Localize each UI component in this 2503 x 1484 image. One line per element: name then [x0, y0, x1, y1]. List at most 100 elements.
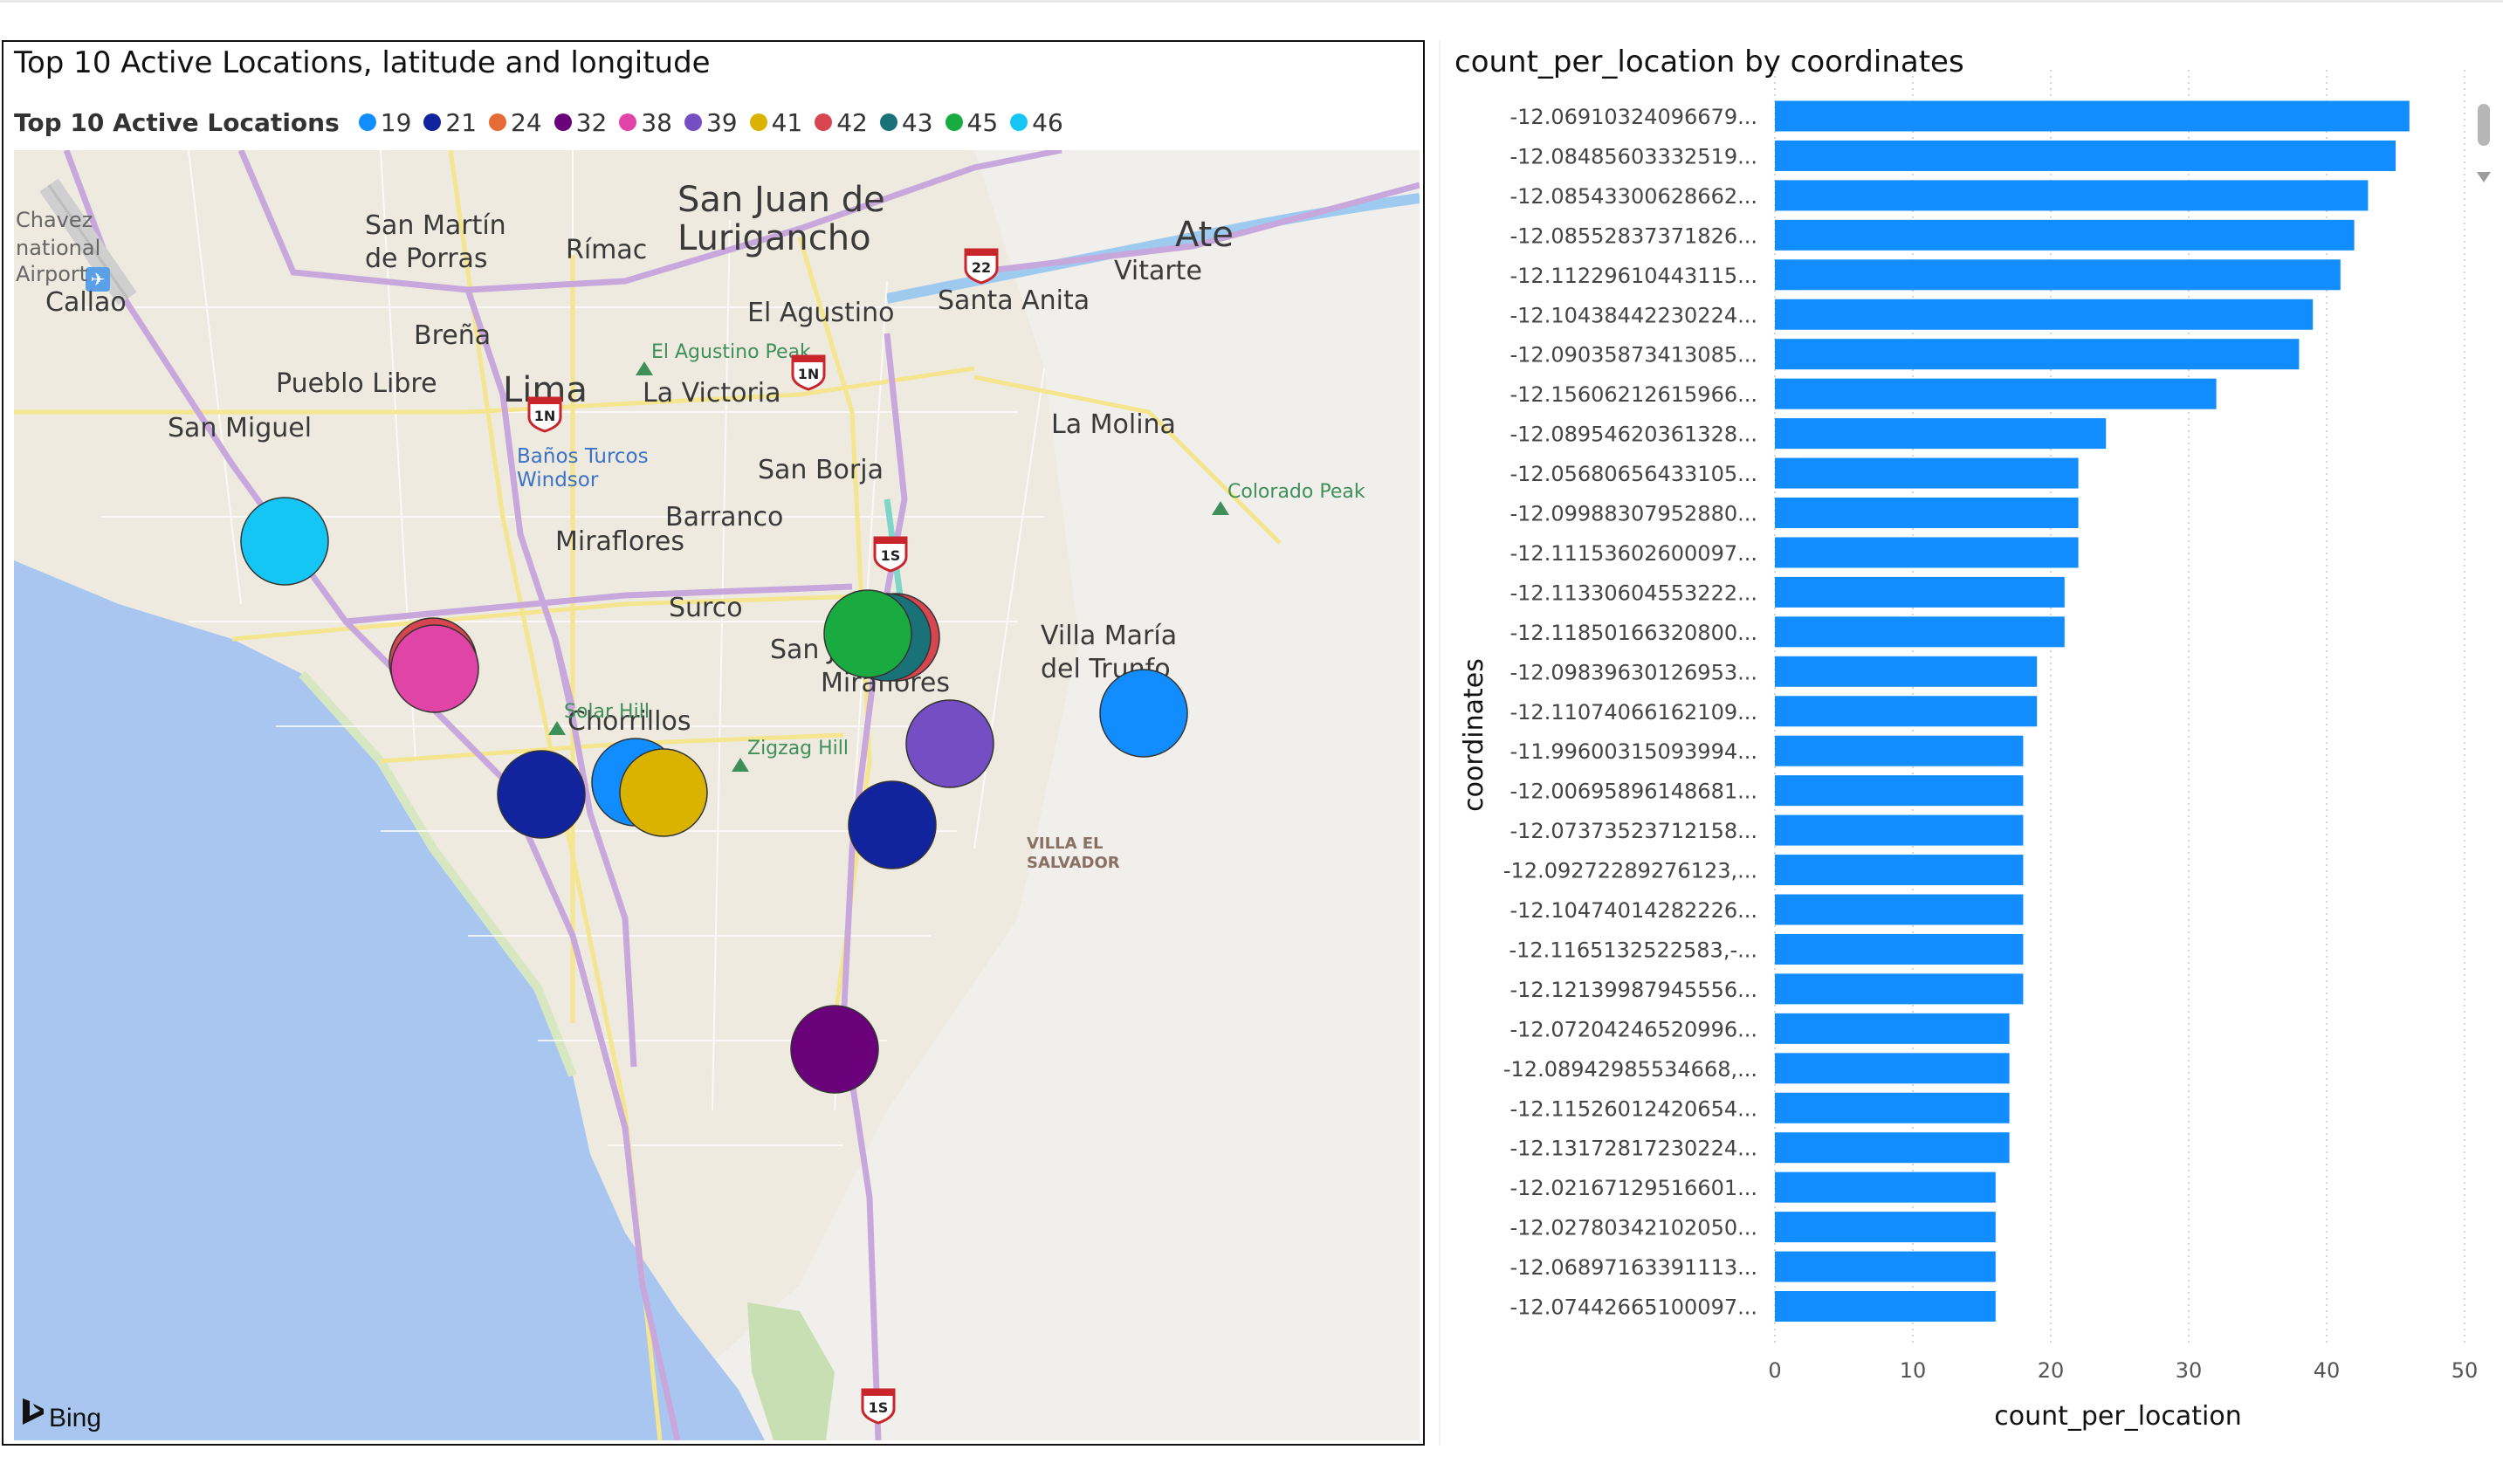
y-axis-title: coordinates [1459, 658, 1489, 812]
bar[interactable] [1775, 537, 2079, 568]
map-marker-45[interactable] [823, 589, 912, 678]
bar[interactable] [1775, 339, 2300, 370]
legend-title: Top 10 Active Locations [14, 107, 340, 137]
bar[interactable] [1775, 576, 2065, 608]
place-label: Vitarte [1114, 256, 1202, 286]
x-tick-label: 50 [2451, 1358, 2479, 1383]
bar[interactable] [1775, 696, 2038, 727]
place-label: San Borja [758, 455, 884, 485]
bar[interactable] [1775, 100, 2410, 132]
place-label: VILLA EL [1027, 835, 1104, 853]
category-label: -12.11526012420654... [1510, 1096, 1758, 1121]
bar[interactable] [1775, 933, 2024, 965]
legend-dot-icon [619, 113, 637, 131]
bar[interactable] [1775, 775, 2024, 807]
legend-item[interactable]: 24 [489, 108, 542, 137]
bar[interactable] [1775, 1251, 1996, 1282]
legend-item[interactable]: 19 [358, 108, 411, 137]
poi-label: Windsor [517, 469, 599, 491]
bar[interactable] [1775, 457, 2079, 489]
peak-label: El Agustino Peak [651, 341, 811, 363]
legend-item[interactable]: 46 [1010, 108, 1063, 137]
map-marker-39[interactable] [905, 699, 994, 788]
map-marker-46[interactable] [240, 497, 329, 586]
bar[interactable] [1775, 1212, 1996, 1243]
map-marker-32[interactable] [790, 1005, 879, 1094]
category-label: -12.08942985534668,... [1503, 1057, 1757, 1082]
map-legend: Top 10 Active Locations 19 21 24 32 38 39 41 42… [14, 106, 1076, 138]
category-label: -12.06897163391113... [1510, 1255, 1758, 1280]
map-marker-21[interactable] [848, 780, 937, 869]
bar[interactable] [1775, 855, 2024, 886]
place-label: La Victoria [643, 378, 781, 409]
legend-dot-icon [815, 113, 833, 131]
road-shield-label: 1S [881, 547, 901, 564]
bar[interactable] [1775, 1092, 2010, 1123]
category-label: -12.09272289276123,... [1503, 859, 1757, 883]
category-label: -12.11074066162109... [1510, 700, 1758, 725]
scrollbar-thumb[interactable] [2478, 104, 2490, 146]
bar[interactable] [1775, 140, 2396, 171]
bar[interactable] [1775, 735, 2024, 766]
bar-chart[interactable]: count_per_location by coordinates coordi… [1439, 35, 2503, 1467]
bar[interactable] [1775, 616, 2065, 648]
legend-dot-icon [1010, 113, 1028, 131]
bar[interactable] [1775, 1132, 2010, 1164]
legend-item[interactable]: 42 [815, 108, 868, 137]
map-marker-19[interactable] [1099, 669, 1188, 758]
bar[interactable] [1775, 1291, 1996, 1322]
category-label: -12.05680656433105... [1510, 462, 1758, 486]
legend-dot-icon [423, 113, 442, 131]
bing-attribution: Bing [49, 1404, 101, 1432]
top-border [0, 0, 2503, 3]
map-canvas[interactable]: ✈ San Juan deLurigancho AteSan Martínde P… [14, 150, 1420, 1440]
map-marker-41[interactable] [619, 748, 708, 837]
bar[interactable] [1775, 180, 2369, 211]
category-label: -12.02167129516601... [1510, 1176, 1758, 1200]
bar[interactable] [1775, 656, 2038, 687]
poi-label: Baños Turcos [517, 445, 649, 468]
chart-scrollbar[interactable] [2476, 100, 2492, 1357]
place-label: Chavez [16, 208, 93, 232]
bar[interactable] [1775, 1053, 2010, 1084]
legend-item[interactable]: 45 [945, 108, 998, 137]
road-shield-icon: 22 [964, 248, 999, 285]
legend-item[interactable]: 38 [619, 108, 672, 137]
category-label: -12.13172817230224... [1510, 1137, 1758, 1161]
map-area[interactable]: ✈ San Juan de Lurigancho Ate San Martín de P… [14, 150, 1420, 1440]
bar[interactable] [1775, 418, 2107, 450]
legend-item[interactable]: 39 [684, 108, 738, 137]
bar[interactable] [1775, 973, 2024, 1005]
category-label: -12.08552837371826... [1510, 223, 1758, 248]
x-tick-label: 40 [2314, 1358, 2341, 1383]
bar[interactable] [1775, 378, 2217, 409]
legend-item[interactable]: 21 [423, 108, 477, 137]
category-label: -12.11850166320800... [1510, 621, 1758, 645]
legend-item[interactable]: 43 [879, 108, 933, 137]
bar[interactable] [1775, 259, 2341, 291]
legend-dot-icon [358, 113, 376, 131]
bar[interactable] [1775, 299, 2314, 330]
bar[interactable] [1775, 894, 2024, 925]
category-label: -12.07204246520996... [1510, 1017, 1758, 1041]
bar[interactable] [1775, 219, 2355, 251]
x-axis-title: count_per_location [1994, 1401, 2242, 1432]
map-marker-38[interactable] [390, 624, 479, 713]
bar[interactable] [1775, 814, 2024, 846]
category-label: -12.11229610443115... [1510, 264, 1758, 288]
road-shield-icon: 1S [861, 1388, 896, 1425]
legend-item[interactable]: 32 [554, 108, 607, 137]
place-label: Rímac [566, 235, 647, 265]
map-marker-21[interactable] [497, 750, 586, 839]
map-title: Top 10 Active Locations, latitude and lo… [14, 45, 711, 80]
bar[interactable] [1775, 498, 2079, 528]
legend-item-label: 46 [1032, 107, 1063, 137]
category-label: -12.06910324096679... [1510, 105, 1758, 129]
peak-label: Solar Hill [564, 701, 650, 723]
map-visual[interactable]: Top 10 Active Locations, latitude and lo… [2, 40, 1425, 1446]
scroll-down-icon[interactable] [2477, 172, 2491, 182]
bar[interactable] [1775, 1013, 2010, 1044]
bar[interactable] [1775, 1171, 1996, 1203]
legend-item[interactable]: 41 [749, 108, 802, 137]
legend-item-label: 24 [511, 107, 542, 137]
